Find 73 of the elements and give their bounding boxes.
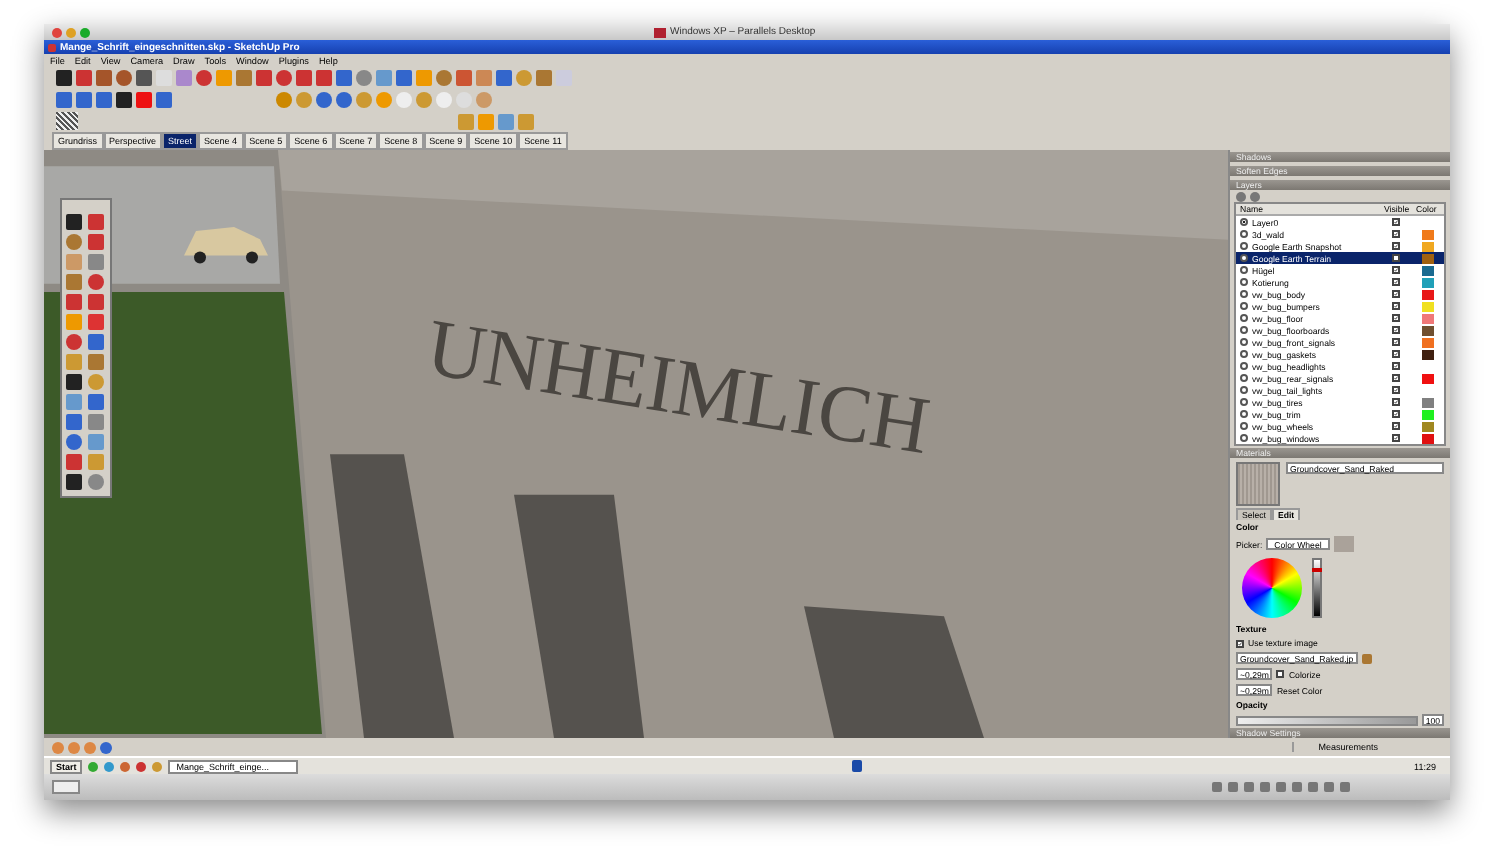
zoom-button[interactable] bbox=[80, 27, 90, 37]
radio-button[interactable] bbox=[1240, 386, 1248, 394]
layer-color-swatch[interactable] bbox=[1422, 373, 1434, 383]
radio-button[interactable] bbox=[1240, 362, 1248, 370]
layer-color-swatch[interactable] bbox=[1422, 433, 1434, 443]
color-swatch bbox=[1333, 536, 1354, 552]
visible-checkbox[interactable] bbox=[1392, 326, 1400, 334]
color-wheel[interactable] bbox=[1242, 558, 1302, 618]
radio-button[interactable] bbox=[1240, 398, 1248, 406]
visible-checkbox[interactable] bbox=[1392, 398, 1400, 406]
viewport[interactable] bbox=[44, 150, 1450, 738]
layer-color-swatch[interactable] bbox=[1422, 253, 1434, 263]
power-button[interactable] bbox=[52, 780, 80, 794]
slider-thumb[interactable] bbox=[1312, 568, 1322, 573]
brightness-slider[interactable] bbox=[1312, 558, 1322, 618]
visible-checkbox[interactable] bbox=[1392, 290, 1400, 298]
minimize-button[interactable] bbox=[66, 27, 76, 37]
visible-checkbox[interactable] bbox=[1392, 422, 1400, 430]
visible-checkbox[interactable] bbox=[1392, 362, 1400, 370]
visible-checkbox[interactable] bbox=[1392, 386, 1400, 394]
layer-color-swatch[interactable] bbox=[1422, 421, 1434, 431]
checkbox[interactable] bbox=[1236, 639, 1244, 647]
layer-color-swatch[interactable] bbox=[1422, 301, 1434, 311]
car-drawing bbox=[184, 227, 268, 264]
visible-checkbox[interactable] bbox=[1392, 350, 1400, 358]
radio-button[interactable] bbox=[1240, 266, 1248, 274]
app-icon bbox=[48, 43, 56, 51]
radio-button[interactable] bbox=[1240, 302, 1248, 310]
close-button[interactable] bbox=[52, 27, 62, 37]
visible-checkbox[interactable] bbox=[1392, 266, 1400, 274]
radio-button[interactable] bbox=[1240, 422, 1248, 430]
visible-checkbox[interactable] bbox=[1392, 374, 1400, 382]
visible-checkbox[interactable] bbox=[1392, 218, 1400, 226]
layer-color-swatch[interactable] bbox=[1422, 349, 1434, 359]
radio-button[interactable] bbox=[1240, 290, 1248, 298]
layer-color-swatch[interactable] bbox=[1422, 397, 1434, 407]
help-icon[interactable] bbox=[100, 741, 112, 753]
radio-button[interactable] bbox=[1240, 410, 1248, 418]
tray-icon[interactable] bbox=[851, 760, 862, 772]
radio-button[interactable] bbox=[1240, 374, 1248, 382]
material-preview bbox=[1236, 462, 1280, 506]
radio-button[interactable] bbox=[1240, 278, 1248, 286]
layer-color-swatch[interactable] bbox=[1422, 325, 1434, 335]
radio-button[interactable] bbox=[1240, 254, 1248, 262]
checkbox[interactable] bbox=[1276, 670, 1285, 678]
layer-color-swatch[interactable] bbox=[1422, 229, 1434, 239]
radio-button[interactable] bbox=[1240, 242, 1248, 250]
visible-checkbox[interactable] bbox=[1392, 242, 1400, 250]
layer-color-swatch[interactable] bbox=[1422, 277, 1434, 287]
radio-button[interactable] bbox=[1240, 218, 1248, 226]
layer-color-swatch[interactable] bbox=[1422, 289, 1434, 299]
layer-color-swatch[interactable] bbox=[1422, 313, 1434, 323]
visible-checkbox[interactable] bbox=[1392, 314, 1400, 322]
radio-button[interactable] bbox=[1240, 434, 1248, 442]
visible-checkbox[interactable] bbox=[1392, 302, 1400, 310]
radio-button[interactable] bbox=[1240, 326, 1248, 334]
radio-button[interactable] bbox=[1240, 230, 1248, 238]
visible-checkbox[interactable] bbox=[1392, 338, 1400, 346]
engraved-lettering: UNHEIMLICH bbox=[421, 301, 936, 472]
layer-color-swatch[interactable] bbox=[1422, 409, 1434, 419]
visible-checkbox[interactable] bbox=[1392, 434, 1400, 442]
radio-button[interactable] bbox=[1240, 338, 1248, 346]
layer-color-swatch[interactable] bbox=[1422, 337, 1434, 347]
visible-checkbox[interactable] bbox=[1392, 278, 1400, 286]
visible-checkbox[interactable] bbox=[1392, 254, 1400, 262]
layer-color-swatch[interactable] bbox=[1422, 265, 1434, 275]
radio-button[interactable] bbox=[1240, 314, 1248, 322]
visible-checkbox[interactable] bbox=[1392, 230, 1400, 238]
hatch-icon[interactable] bbox=[56, 112, 78, 130]
layer-color-swatch[interactable] bbox=[1422, 241, 1434, 251]
radio-button[interactable] bbox=[1240, 350, 1248, 358]
visible-checkbox[interactable] bbox=[1392, 410, 1400, 418]
folder-icon[interactable] bbox=[1361, 653, 1372, 663]
